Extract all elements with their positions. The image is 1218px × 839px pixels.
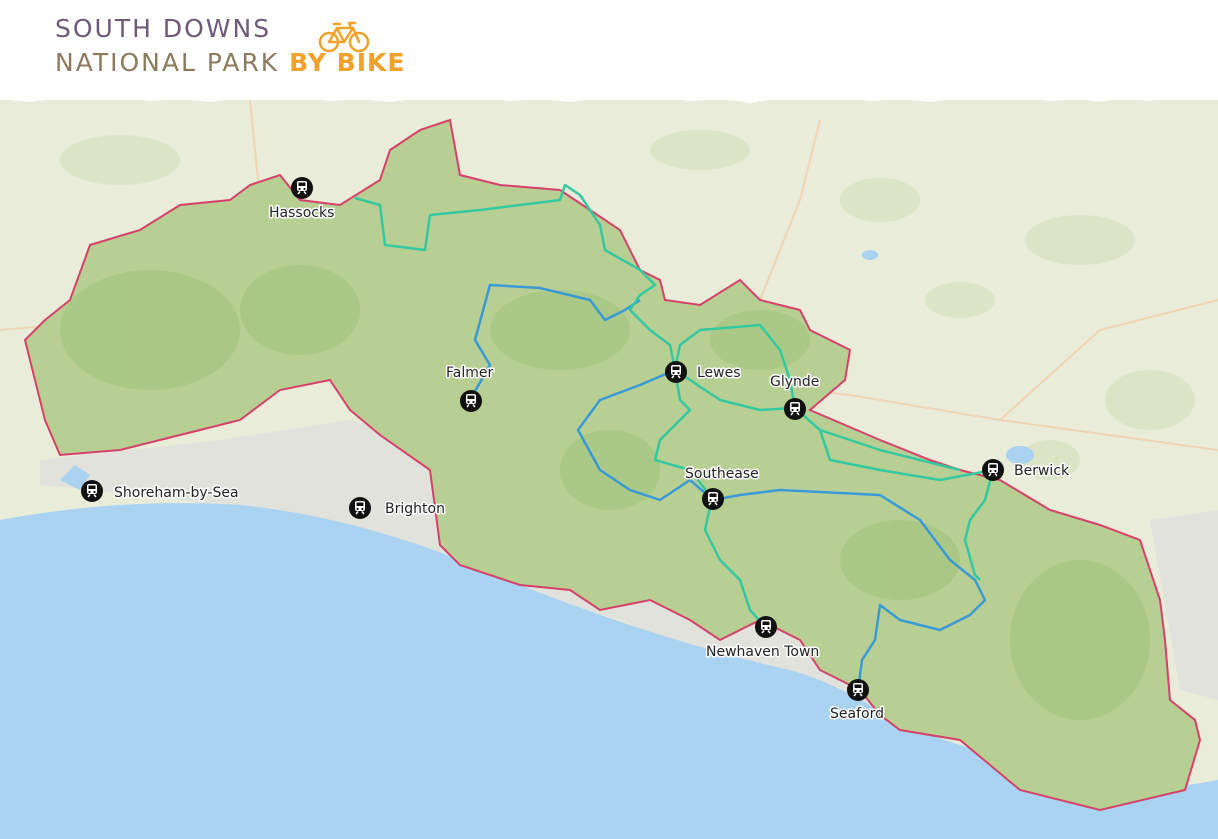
station-label: Glynde <box>770 374 819 390</box>
station-label: Seaford <box>830 706 884 722</box>
station-label: Newhaven Town <box>706 644 819 660</box>
train-station-icon <box>783 397 807 421</box>
train-station-icon <box>981 458 1005 482</box>
logo-line-2-text: NATIONAL PARK <box>55 48 280 77</box>
station-label: Brighton <box>385 501 445 517</box>
station-label: Shoreham-by-Sea <box>114 485 239 501</box>
bicycle-icon <box>318 21 370 53</box>
train-station-icon <box>701 487 725 511</box>
train-station-icon <box>664 360 688 384</box>
station-label: Lewes <box>697 365 741 381</box>
train-station-icon <box>459 389 483 413</box>
station-label: Falmer <box>446 365 493 381</box>
train-station-icon <box>348 496 372 520</box>
station-lewes[interactable]: Lewes Lewes <box>664 360 742 384</box>
station-label: Southease <box>685 466 759 482</box>
train-station-icon <box>290 176 314 200</box>
station-label: Berwick <box>1014 463 1070 479</box>
site-header: SOUTH DOWNS NATIONAL PARK BY BIKE <box>0 0 1218 100</box>
train-station-icon <box>846 678 870 702</box>
route-map[interactable]: Hassocks Hassocks Falmer Falmer Lewes Le… <box>0 0 1218 839</box>
train-station-icon <box>80 479 104 503</box>
station-berwick[interactable]: Berwick Berwick <box>981 458 1072 482</box>
train-station-icon <box>754 615 778 639</box>
station-brighton[interactable]: Brighton Brighton <box>348 496 446 520</box>
station-label: Hassocks <box>269 205 334 221</box>
